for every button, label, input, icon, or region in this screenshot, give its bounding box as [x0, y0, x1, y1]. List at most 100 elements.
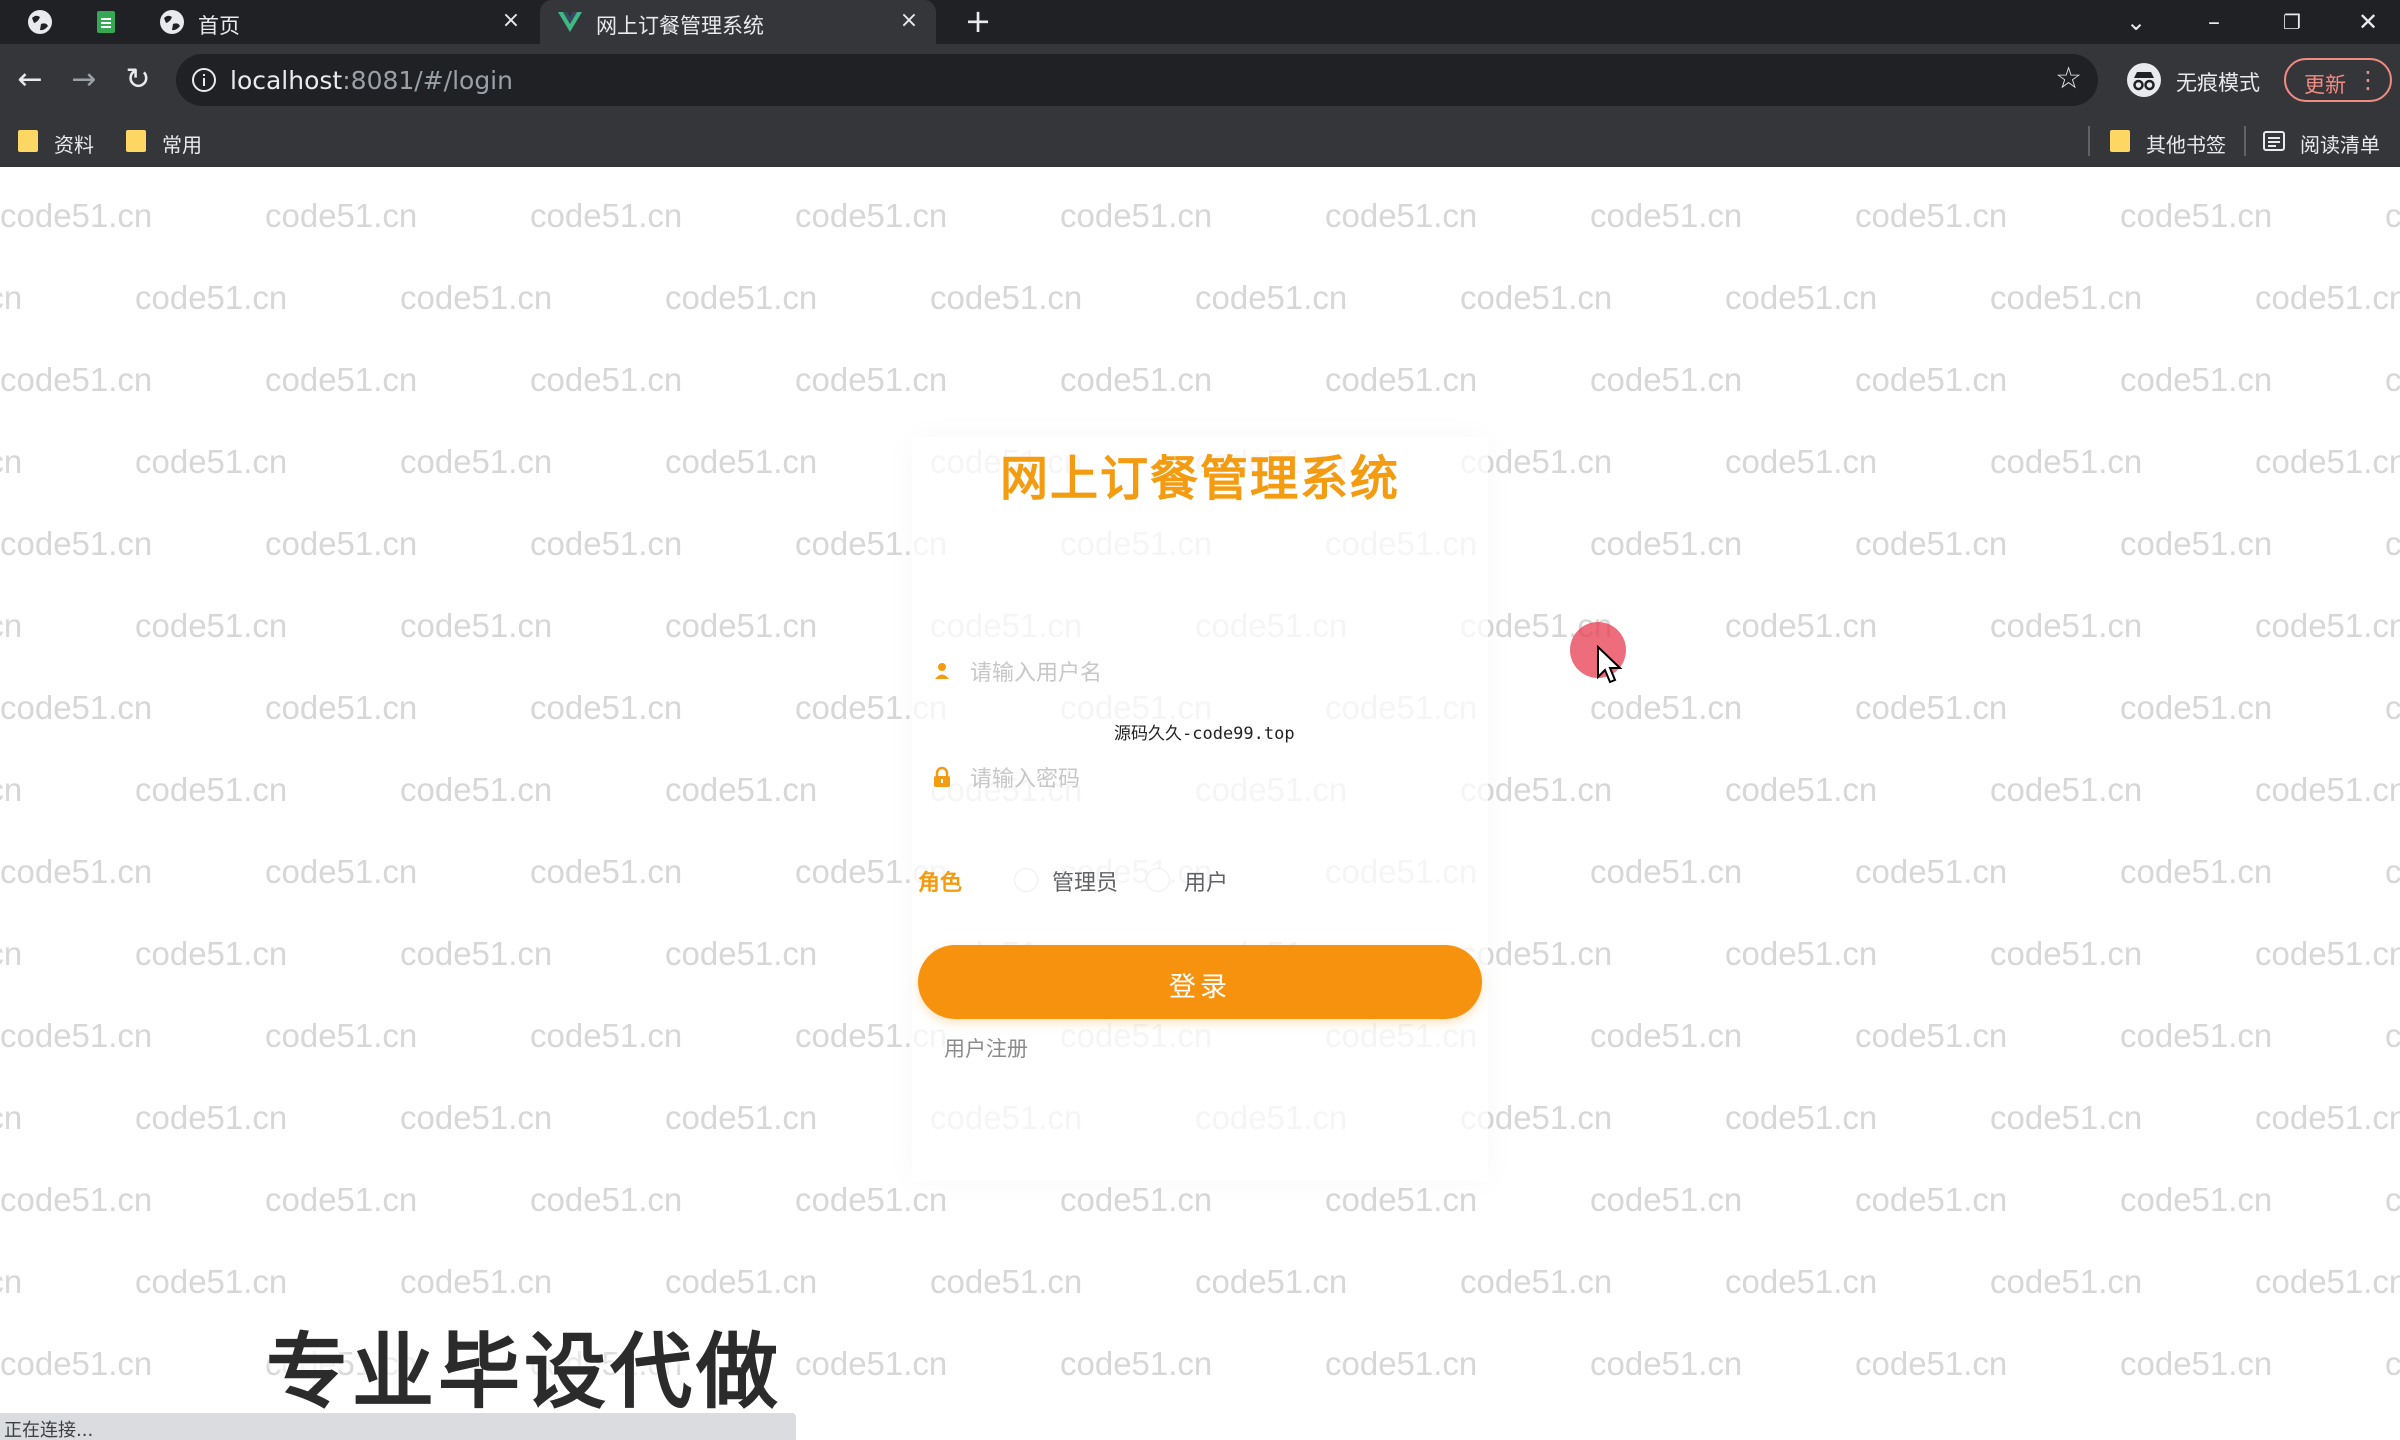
tab-login[interactable]: 网上订餐管理系统 ×	[540, 0, 936, 44]
role-radio-user[interactable]: 用户	[1146, 865, 1246, 896]
watermark-text: code51.cn	[1325, 361, 1478, 398]
login-card	[912, 437, 1488, 1181]
username-field[interactable]	[918, 645, 1478, 701]
watermark-text: code51.cn	[400, 1099, 553, 1136]
watermark-text: code51.cn	[265, 361, 418, 398]
watermark-text: code51.cn	[2120, 689, 2273, 726]
sheets-icon[interactable]	[92, 8, 120, 36]
bookmark-folder-common[interactable]: 常用	[126, 116, 216, 167]
url-text[interactable]: localhost:8081/#/login	[230, 66, 513, 95]
role-label: 角色	[918, 871, 963, 896]
mouse-cursor-icon	[1597, 645, 1623, 684]
watermark-text: code51.cn	[0, 1345, 153, 1382]
bookmark-label: 阅读清单	[2300, 133, 2380, 157]
update-button[interactable]: 更新 ⋮	[2284, 58, 2392, 102]
watermark-text: code51.cn	[135, 279, 288, 316]
watermark-text: code51.cn	[1725, 935, 1878, 972]
folder-icon	[18, 130, 38, 152]
watermark-text: code51.cn	[665, 935, 818, 972]
watermark-text: code51.cn	[1855, 525, 2008, 562]
page-viewport: code51.cn code51.cn code51.cn code51.cn code…	[0, 167, 2400, 1440]
bookmark-star-icon[interactable]: ☆	[2055, 64, 2082, 94]
reload-icon[interactable]: ↻	[120, 62, 156, 98]
watermark-text: code51.cn	[2120, 1345, 2273, 1382]
watermark-text: code51.cn	[1990, 279, 2143, 316]
reading-list-icon	[2263, 131, 2285, 151]
watermark-text: code51.cn	[665, 1099, 818, 1136]
watermark-text: code51.cn	[265, 689, 418, 726]
role-radio-admin[interactable]: 管理员	[1014, 865, 1134, 896]
watermark-text: code51.cn	[1195, 279, 1348, 316]
close-icon[interactable]: ×	[498, 8, 524, 34]
watermark-text: code51.cn	[135, 771, 288, 808]
reading-list-button[interactable]: 阅读清单	[2262, 116, 2392, 167]
watermark-text: code51.cn	[1990, 935, 2143, 972]
incognito-icon[interactable]	[2126, 62, 2162, 98]
watermark-text: code51.cn	[2255, 1099, 2400, 1136]
watermark-text: code51.cn	[1725, 1099, 1878, 1136]
password-input[interactable]	[970, 757, 1460, 801]
watermark-text: code51.cn	[2385, 525, 2400, 562]
watermark-text: code51.cn	[135, 935, 288, 972]
watermark-text: code51.cn	[1855, 689, 2008, 726]
user-icon	[935, 663, 949, 679]
radio-label: 管理员	[1052, 871, 1119, 896]
tab-strip: 首页 × 网上订餐管理系统 × + ⌄ – ❐ ✕	[0, 0, 2400, 44]
login-button[interactable]: 登录	[918, 945, 1482, 1019]
minimize-icon[interactable]: –	[2196, 6, 2232, 38]
watermark-text: code51.cn	[1590, 1017, 1743, 1054]
watermark-row: code51.cn code51.cn code51.cn code51.cn code…	[0, 1263, 2400, 1307]
watermark-text: code51.cn	[2120, 361, 2273, 398]
watermark-text: code51.cn	[530, 197, 683, 234]
browser-toolbar: ← → ↻ localhost:8081/#/login ☆	[0, 44, 2400, 116]
username-input[interactable]	[970, 651, 1460, 695]
watermark-text: code51.cn	[930, 279, 1083, 316]
watermark-text: code51.cn	[0, 935, 23, 972]
watermark-text: code51.cn	[400, 1263, 553, 1300]
watermark-text: code51.cn	[1855, 853, 2008, 890]
status-bubble: 正在连接...	[0, 1413, 796, 1440]
address-bar[interactable]: localhost:8081/#/login ☆	[176, 54, 2098, 106]
watermark-text: code51.cn	[1855, 1017, 2008, 1054]
tab-home[interactable]: 首页 ×	[146, 0, 536, 44]
bookmark-folder-other[interactable]: 其他书签	[2110, 116, 2230, 167]
watermark-text: code51.cn	[1725, 1263, 1878, 1300]
new-tab-button[interactable]: +	[962, 5, 994, 38]
watermark-text: code51.cn	[665, 771, 818, 808]
watermark-text: code51.cn	[795, 197, 948, 234]
restore-icon[interactable]: ❐	[2274, 6, 2310, 38]
watermark-text: code51.cn	[1590, 853, 1743, 890]
watermark-text: code51.cn	[1060, 197, 1213, 234]
watermark-text: code51.cn	[2385, 1181, 2400, 1218]
more-vert-icon[interactable]: ⋮	[2356, 66, 2380, 94]
register-link[interactable]: 用户注册	[944, 1033, 1028, 1063]
bookmark-folder-resources[interactable]: 资料	[18, 116, 108, 167]
bookmark-separator	[2088, 126, 2090, 156]
forward-arrow-icon[interactable]: →	[66, 62, 102, 98]
back-arrow-icon[interactable]: ←	[12, 62, 48, 98]
lock-icon	[934, 766, 950, 787]
watermark-text: code51.cn	[2120, 525, 2273, 562]
watermark-text: code51.cn	[1460, 1263, 1613, 1300]
radio-circle[interactable]	[1146, 868, 1170, 892]
incognito-label: 无痕模式	[2176, 71, 2260, 95]
info-icon[interactable]	[190, 66, 218, 94]
password-field[interactable]	[918, 751, 1478, 807]
watermark-text: code51.cn	[265, 1181, 418, 1218]
close-icon[interactable]: ×	[896, 8, 922, 34]
watermark-text: code51.cn	[2255, 771, 2400, 808]
watermark-text: code51.cn	[400, 935, 553, 972]
page-title: 网上订餐管理系统	[999, 451, 1400, 507]
close-window-icon[interactable]: ✕	[2350, 6, 2386, 38]
watermark-text: code51.cn	[1590, 361, 1743, 398]
radio-circle[interactable]	[1014, 868, 1038, 892]
watermark-text: code51.cn	[1725, 607, 1878, 644]
watermark-text: code51.cn	[795, 361, 948, 398]
watermark-text: code51.cn	[1060, 361, 1213, 398]
watermark-text: code51.cn	[135, 1263, 288, 1300]
globe-icon[interactable]	[26, 8, 54, 36]
watermark-row: code51.cn code51.cn code51.cn code51.cn code…	[0, 1181, 2400, 1225]
watermark-text: code51.cn	[2120, 197, 2273, 234]
watermark-text: code51.cn	[1855, 1345, 2008, 1382]
tab-search-icon[interactable]: ⌄	[2118, 6, 2154, 38]
